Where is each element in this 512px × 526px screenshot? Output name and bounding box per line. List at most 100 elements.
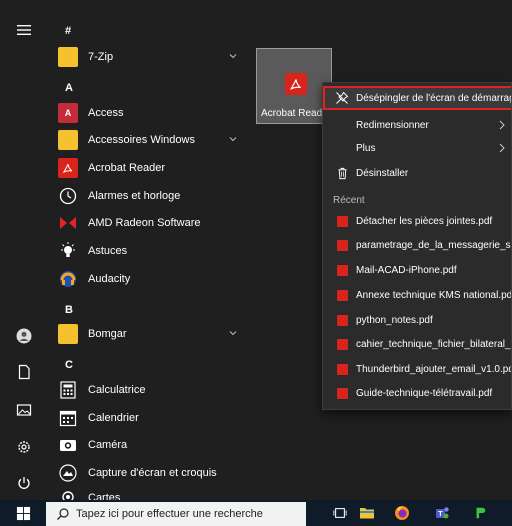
alarm-clock-icon [58, 186, 78, 206]
app-item-access[interactable]: A Access [48, 99, 248, 127]
audacity-icon [58, 269, 78, 289]
taskbar-search-box[interactable]: Tapez ici pour effectuer une recherche [46, 502, 306, 526]
gear-icon [18, 441, 30, 453]
lightbulb-icon [58, 241, 78, 261]
power-button[interactable] [0, 463, 48, 503]
pdf-file-icon [335, 238, 349, 252]
chevron-right-icon [499, 120, 505, 130]
app-item-camera[interactable]: Caméra [48, 431, 248, 459]
app-label: AMD Radeon Software [88, 217, 201, 229]
acrobat-icon [58, 158, 78, 178]
app-label: Bomgar [88, 328, 127, 340]
recent-file-item[interactable]: Annexe technique KMS national.pdf [323, 283, 512, 307]
app-item-capture-ecran[interactable]: Capture d'écran et croquis [48, 459, 248, 487]
search-icon [57, 508, 69, 520]
app-item-amd-radeon[interactable]: AMD Radeon Software [48, 209, 248, 237]
app-label: Capture d'écran et croquis [88, 467, 217, 479]
chevron-down-icon [229, 54, 237, 59]
menu-item-label: Désinstaller [356, 167, 409, 179]
app-label: Alarmes et horloge [88, 190, 181, 202]
folder-icon [58, 130, 78, 150]
recent-file-item[interactable]: Détacher les pièces jointes.pdf [323, 209, 511, 233]
app-label: Cartes [88, 492, 121, 500]
recent-file-label: Mail-ACAD-iPhone.pdf [356, 264, 457, 276]
calendar-icon [58, 408, 78, 428]
recent-file-label: cahier_technique_fichier_bilateral_rafp.… [356, 338, 512, 350]
app-label: Calendrier [88, 412, 139, 424]
hamburger-menu-button[interactable] [0, 10, 48, 50]
search-placeholder: Tapez ici pour effectuer une recherche [76, 508, 263, 520]
firefox-button[interactable] [392, 503, 412, 523]
recent-file-label: Thunderbird_ajouter_email_v1.0.pdf [356, 363, 512, 375]
maps-icon [58, 488, 78, 500]
calculator-icon [58, 380, 78, 400]
tile-context-menu: Désépingler de l'écran de démarrage Redi… [322, 82, 512, 410]
menu-item-label: Désépingler de l'écran de démarrage [356, 92, 512, 104]
start-button[interactable] [0, 500, 46, 526]
taskbar: Tapez ici pour effectuer une recherche T [0, 500, 512, 526]
camera-icon [58, 435, 78, 455]
recent-file-label: Guide-technique-télétravail.pdf [356, 387, 493, 399]
pdf-file-icon [335, 263, 349, 277]
teams-button[interactable]: T [432, 503, 452, 523]
pictures-button[interactable] [0, 390, 48, 430]
pdf-file-icon [335, 214, 349, 228]
app-item-calculatrice[interactable]: Calculatrice [48, 376, 248, 404]
green-app-button[interactable] [470, 503, 490, 523]
group-header-hash[interactable]: # [65, 25, 71, 37]
windows-logo-icon [16, 506, 30, 520]
app-item-audacity[interactable]: Audacity [48, 265, 248, 293]
green-app-icon [476, 507, 486, 519]
access-icon: A [58, 103, 78, 123]
document-icon [18, 364, 30, 380]
app-item-calendrier[interactable]: Calendrier [48, 404, 248, 432]
file-explorer-button[interactable] [357, 503, 377, 523]
folder-icon [58, 47, 78, 67]
app-item-cartes[interactable]: Cartes [48, 484, 248, 500]
app-label: Astuces [88, 245, 128, 257]
settings-button[interactable] [0, 427, 48, 467]
app-item-alarmes-horloge[interactable]: Alarmes et horloge [48, 182, 248, 210]
task-view-icon [333, 508, 347, 518]
start-left-rail [0, 0, 48, 500]
pdf-file-icon [335, 362, 349, 376]
menu-item-label: Redimensionner [356, 119, 429, 131]
user-account-button[interactable] [0, 316, 48, 356]
recent-file-item[interactable]: parametrage_de_la_messagerie_sous_t... [323, 233, 511, 257]
recent-file-label: Annexe technique KMS national.pdf [356, 289, 512, 301]
hamburger-menu-icon [17, 25, 31, 35]
task-view-button[interactable] [330, 503, 350, 523]
recent-file-item[interactable]: python_notes.pdf [323, 308, 511, 332]
pdf-file-icon [335, 313, 349, 327]
trash-icon [335, 166, 349, 180]
power-icon [18, 477, 30, 489]
recent-file-item[interactable]: Thunderbird_ajouter_email_v1.0.pdf [323, 357, 512, 381]
folder-icon [58, 324, 78, 344]
documents-button[interactable] [0, 352, 48, 392]
acrobat-icon [285, 73, 307, 95]
amd-radeon-icon [58, 213, 78, 233]
app-label: Acrobat Reader [88, 162, 166, 174]
group-header-c[interactable]: C [65, 359, 73, 371]
app-item-acrobat-reader[interactable]: Acrobat Reader [48, 154, 248, 182]
acrobat-reader-tile[interactable]: Acrobat Reader [256, 48, 332, 124]
app-item-7zip[interactable]: 7-Zip [48, 43, 248, 71]
group-header-a[interactable]: A [65, 82, 73, 94]
app-item-accessoires-windows[interactable]: Accessoires Windows [48, 126, 248, 154]
app-list: # 7-Zip A A Access Accessoires Windows A… [48, 0, 248, 500]
more-menu-item[interactable]: Plus [323, 136, 511, 160]
uninstall-menu-item[interactable]: Désinstaller [323, 161, 511, 185]
app-item-astuces[interactable]: Astuces [48, 237, 248, 265]
recent-file-label: parametrage_de_la_messagerie_sous_t... [356, 239, 511, 251]
chevron-down-icon [229, 331, 237, 336]
recent-file-item[interactable]: Mail-ACAD-iPhone.pdf [323, 258, 511, 282]
app-item-bomgar[interactable]: Bomgar [48, 320, 248, 348]
resize-menu-item[interactable]: Redimensionner [323, 113, 511, 137]
unpin-from-start-menu-item[interactable]: Désépingler de l'écran de démarrage [323, 86, 512, 110]
recent-file-item[interactable]: cahier_technique_fichier_bilateral_rafp.… [323, 332, 512, 356]
group-header-b[interactable]: B [65, 304, 73, 316]
unpin-icon [335, 91, 349, 105]
user-avatar-icon [16, 328, 32, 344]
recent-file-item[interactable]: Guide-technique-télétravail.pdf [323, 381, 511, 405]
recent-file-label: python_notes.pdf [356, 314, 433, 326]
